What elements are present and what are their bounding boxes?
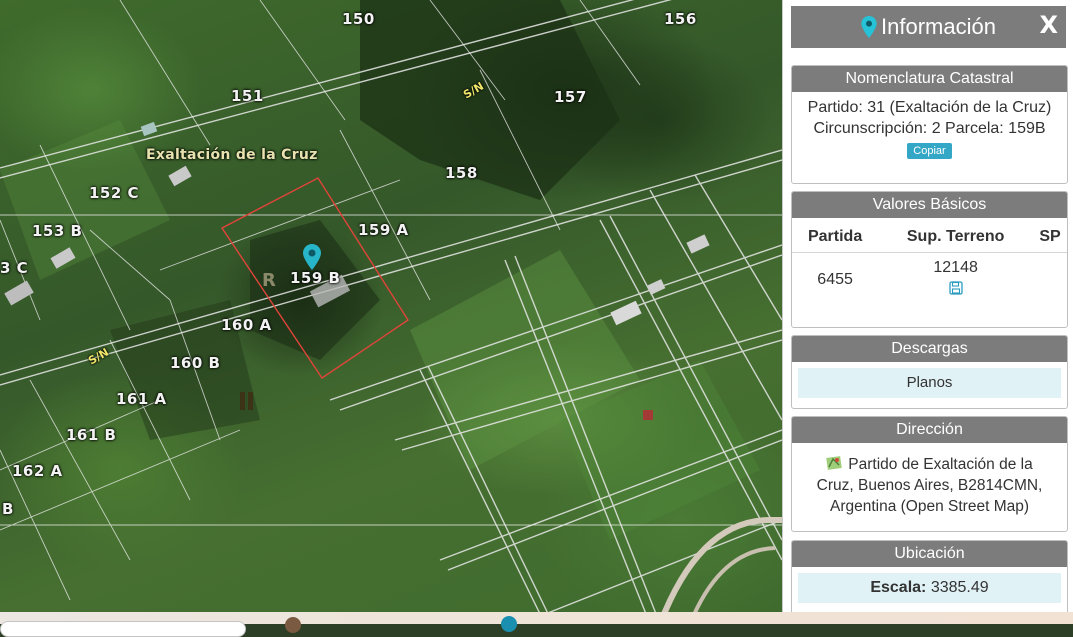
save-icon[interactable] xyxy=(948,281,963,295)
lot-label: 152 C xyxy=(89,184,140,202)
descargas-heading: Descargas xyxy=(792,336,1067,362)
address-text-3: Argentina (Open Street Map) xyxy=(829,498,1030,515)
lot-label: B xyxy=(2,500,14,518)
lot-label: 150 xyxy=(342,10,375,28)
valores-table: Partida Sup. Terreno SP 6455 12148 xyxy=(792,218,1067,302)
lot-label: 162 A xyxy=(12,462,63,480)
planos-link[interactable]: Planos xyxy=(798,368,1061,398)
lot-label: 160 A xyxy=(221,316,272,334)
terreno-number: 12148 xyxy=(933,259,978,276)
lot-label: 153 B xyxy=(32,222,83,240)
table-row: 6455 12148 xyxy=(792,253,1067,303)
lot-label: 157 xyxy=(554,88,587,106)
column-header: SP xyxy=(1033,218,1067,253)
map-icon xyxy=(826,456,843,470)
column-header: Partida xyxy=(792,218,879,253)
lot-label: 159 A xyxy=(358,221,409,239)
address-text-2: Cruz, Buenos Aires, B2814CMN, xyxy=(816,477,1043,494)
parcel-lines xyxy=(0,0,782,624)
lot-label: 158 xyxy=(445,164,478,182)
nomenclatura-card: Nomenclatura Catastral Partido: 31 (Exal… xyxy=(791,65,1068,184)
locality-label: Exaltación de la Cruz xyxy=(146,147,318,163)
pause-icon xyxy=(240,392,254,410)
valores-card: Valores Básicos Partida Sup. Terreno SP … xyxy=(791,191,1068,328)
copy-button[interactable]: Copiar xyxy=(907,143,952,159)
terreno-value: 12148 xyxy=(878,253,1033,303)
search-input[interactable] xyxy=(0,621,246,637)
nomenclatura-heading: Nomenclatura Catastral xyxy=(792,66,1067,92)
parcela-line: Circunscripción: 2 Parcela: 159B xyxy=(813,120,1046,137)
partido-line: Partido: 31 (Exaltación de la Cruz) xyxy=(807,99,1052,116)
ubicacion-heading: Ubicación xyxy=(792,541,1067,567)
zone-letter: R xyxy=(262,270,277,291)
bottom-bar xyxy=(0,612,1073,637)
partida-value: 6455 xyxy=(817,270,853,288)
lot-label: 160 B xyxy=(170,354,221,372)
valores-heading: Valores Básicos xyxy=(792,192,1067,218)
column-header: Sup. Terreno xyxy=(878,218,1034,253)
direccion-card: Dirección Partido de Exaltación de la Cr… xyxy=(791,416,1068,532)
lot-label: 3 C xyxy=(0,259,29,277)
address-text-1: Partido de Exaltación de la xyxy=(848,456,1033,473)
location-pin-icon xyxy=(861,16,877,38)
panel-title: Información xyxy=(881,14,996,39)
direccion-heading: Dirección xyxy=(792,417,1067,443)
lot-label: 161 B xyxy=(66,426,117,444)
info-panel: Información X Nomenclatura Catastral Par… xyxy=(782,0,1073,612)
avatar[interactable] xyxy=(285,617,301,633)
sp-value xyxy=(1033,253,1067,303)
descargas-card: Descargas Planos xyxy=(791,335,1068,409)
close-button[interactable]: X xyxy=(1039,11,1058,39)
location-pin-icon[interactable] xyxy=(501,616,517,632)
escala-label: Escala: xyxy=(870,579,927,596)
location-pin-icon[interactable] xyxy=(303,244,321,270)
ubicacion-card: Ubicación Escala: 3385.49 xyxy=(791,540,1068,612)
address-line: Partido de Exaltación de la xyxy=(792,454,1067,475)
lot-label: 151 xyxy=(231,87,264,105)
escala-row: Escala: 3385.49 xyxy=(798,573,1061,603)
panel-header: Información X xyxy=(791,6,1066,48)
lot-label: 156 xyxy=(664,10,697,28)
escala-value: 3385.49 xyxy=(930,579,989,596)
lot-label-selected: 159 B xyxy=(290,269,341,287)
lot-label: 161 A xyxy=(116,390,167,408)
